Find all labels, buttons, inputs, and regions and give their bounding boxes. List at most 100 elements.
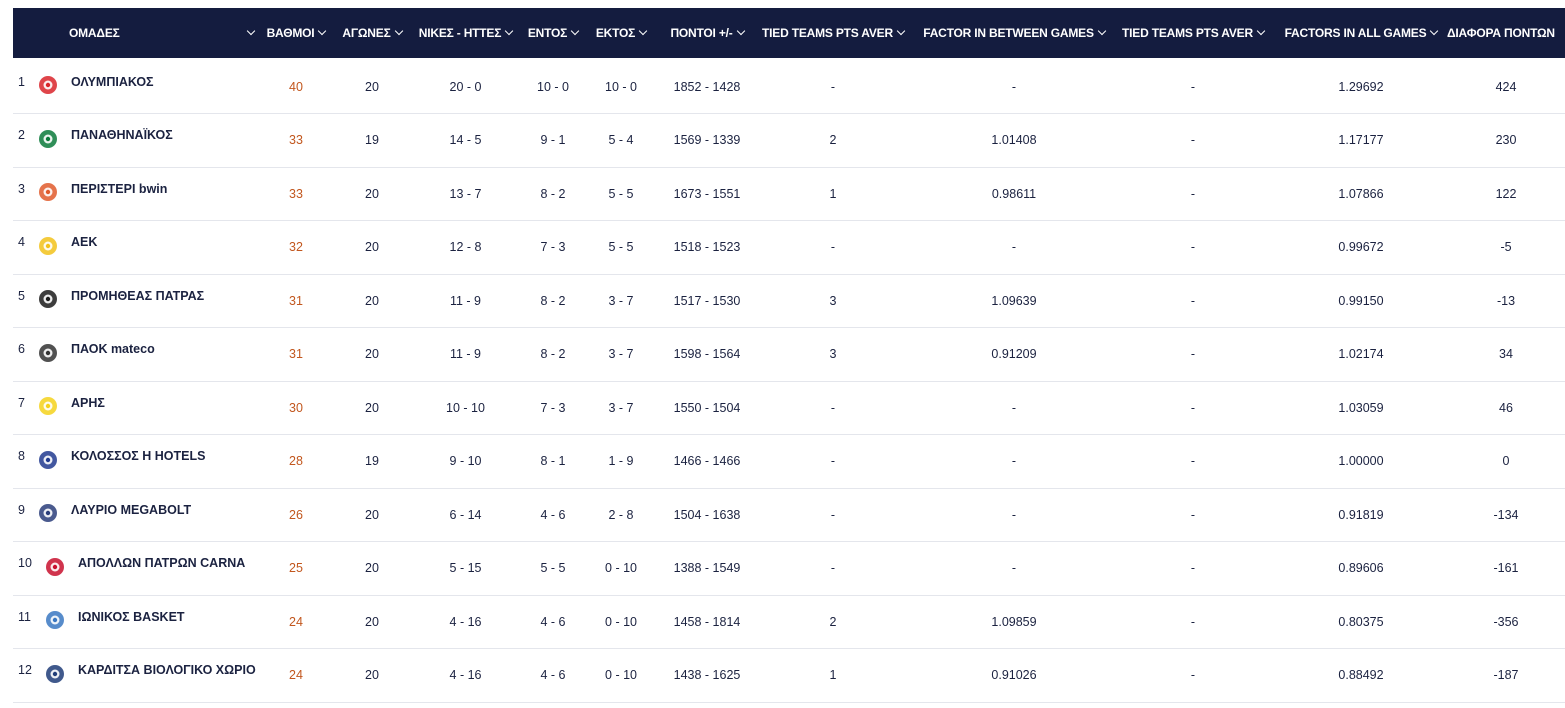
away-record-cell: 10 - 0 xyxy=(605,79,637,94)
panathinaikos-logo xyxy=(39,129,57,148)
home-record-cell: 10 - 0 xyxy=(537,79,569,94)
kolossos-logo xyxy=(39,450,57,469)
home-record-cell: 4 - 6 xyxy=(540,614,566,629)
team-name[interactable]: ΚΑΡΔΙΤΣΑ ΒΙΟΛΟΓΙΚΟ ΧΩΡΙΟ xyxy=(78,644,263,697)
away-record-cell: 0 - 10 xyxy=(605,668,637,682)
aris-logo xyxy=(39,397,57,415)
points-for-against-cell: 1388 - 1549 xyxy=(673,561,741,575)
team-name[interactable]: ΛΑΥΡΙΟ MEGABOLT xyxy=(71,483,256,536)
table-row[interactable]: 9 ΛΑΥΡΙΟ MEGABOLT 26 20 6 - 14 4 - 62 - 8 1504… xyxy=(13,488,1565,542)
tied-teams-cell: 2 xyxy=(829,614,837,629)
wins-losses-cell: 9 - 10 xyxy=(449,454,482,468)
table-row[interactable]: 5 ΠΡΟΜΗΘΕΑΣ ΠΑΤΡΑΣ 31 20 11 - 98 - 23 - 7 151… xyxy=(13,274,1565,328)
table-row[interactable]: 10 ΑΠΟΛΛΩΝ ΠΑΤΡΩΝ CARNA 25 20 5 - 15 5 - 50 -… xyxy=(13,542,1565,596)
column-header-wins-losses[interactable]: ΝΙΚΕΣ - ΗΤΤΕΣ xyxy=(413,8,518,58)
factor-all-cell: 1.00000 xyxy=(1338,454,1384,468)
peristeri-logo xyxy=(39,183,57,201)
factor-between-cell: - xyxy=(1011,561,1017,575)
factor-all-cell: 1.02174 xyxy=(1338,347,1384,361)
tied-teams-cell: - xyxy=(1190,133,1196,147)
factor-between-cell: 1.09639 xyxy=(991,293,1037,308)
home-record-cell: 7 - 3 xyxy=(540,240,566,254)
games-cell: 20 xyxy=(365,347,379,361)
points-for-against-cell: 1598 - 1564 xyxy=(673,347,741,361)
chevron-down-icon xyxy=(896,26,906,36)
home-record-cell: 4 - 6 xyxy=(540,507,566,522)
table-row[interactable]: 4 ΑΕΚ 32 20 12 - 87 - 35 - 5 1518 - 1523- - -0.… xyxy=(13,221,1565,275)
column-header-points-difference[interactable]: ΔΙΑΦΟΡΑ ΠΟΝΤΩΝ xyxy=(1447,8,1565,58)
points-for-against-cell: 1673 - 1551 xyxy=(673,186,741,201)
factor-between-cell: - xyxy=(1011,240,1017,254)
column-header-factor-between[interactable]: FACTOR IN BETWEEN GAMES xyxy=(916,8,1112,58)
team-name[interactable]: ΑΕΚ xyxy=(71,216,256,269)
column-header-away[interactable]: ΕΚΤΟΣ xyxy=(590,8,652,58)
points-cell: 40 xyxy=(289,79,303,94)
column-header-tied-teams-2[interactable]: TIED TEAMS PTS AVER xyxy=(1118,8,1268,58)
tied-teams-cell: - xyxy=(1190,347,1196,361)
column-header-points-diff[interactable]: ΠΟΝΤΟΙ +/- xyxy=(660,8,754,58)
column-header-team[interactable]: ΟΜΑΔΕΣ xyxy=(69,8,256,58)
factor-all-cell: 1.07866 xyxy=(1338,186,1384,201)
points-difference-cell: -161 xyxy=(1493,561,1519,575)
factor-all-cell: 0.99150 xyxy=(1338,293,1384,308)
factor-all-cell: 1.03059 xyxy=(1338,400,1384,415)
column-header-factor-all[interactable]: FACTORS IN ALL GAMES xyxy=(1275,8,1447,58)
factor-all-cell: 0.89606 xyxy=(1338,561,1384,575)
games-cell: 20 xyxy=(365,668,379,682)
karditsa-logo xyxy=(46,664,64,683)
away-record-cell: 3 - 7 xyxy=(608,400,634,415)
chevron-down-icon xyxy=(504,26,514,36)
tied-teams-cell: - xyxy=(830,454,836,468)
away-record-cell: 0 - 10 xyxy=(605,561,637,575)
team-name[interactable]: ΑΡΗΣ xyxy=(71,376,256,429)
games-cell: 20 xyxy=(365,507,379,522)
tied-teams-cell: - xyxy=(830,79,836,94)
team-name[interactable]: ΠΑΟΚ mateco xyxy=(71,323,256,376)
team-name[interactable]: ΠΑΝΑΘΗΝΑΪΚΟΣ xyxy=(71,109,256,162)
points-difference-cell: 34 xyxy=(1499,347,1513,361)
factor-between-cell: - xyxy=(1011,454,1017,468)
points-difference-cell: 0 xyxy=(1502,454,1510,468)
column-header-home[interactable]: ΕΝΤΟΣ xyxy=(523,8,583,58)
games-cell: 20 xyxy=(365,79,379,94)
table-row[interactable]: 6 ΠΑΟΚ mateco 31 20 11 - 98 - 23 - 7 1598 - 1… xyxy=(13,328,1565,382)
olympiacos-logo xyxy=(39,76,57,94)
points-difference-cell: -187 xyxy=(1493,668,1519,682)
column-label: ΟΜΑΔΕΣ xyxy=(69,26,120,40)
away-record-cell: 1 - 9 xyxy=(608,454,634,468)
chevron-down-icon xyxy=(1256,26,1266,36)
table-row[interactable]: 3 ΠΕΡΙΣΤΕΡΙ bwin 33 20 13 - 78 - 25 - 5 1673 … xyxy=(13,167,1565,221)
chevron-down-icon xyxy=(1430,26,1439,36)
position-cell: 11 xyxy=(18,609,31,624)
points-difference-cell: 122 xyxy=(1495,186,1517,201)
column-header-tied-teams-1[interactable]: TIED TEAMS PTS AVER xyxy=(758,8,908,58)
team-name[interactable]: ΙΩΝΙΚΟΣ BASKET xyxy=(78,590,263,643)
table-row[interactable]: 2 ΠΑΝΑΘΗΝΑΪΚΟΣ 33 19 14 - 59 - 15 - 4 1569 - … xyxy=(13,114,1565,168)
table-header: ΟΜΑΔΕΣ ΒΑΘΜΟΙ ΑΓΩΝΕΣ ΝΙΚΕΣ - ΗΤΤΕΣ ΕΝΤΟΣ… xyxy=(13,8,1565,58)
team-name[interactable]: ΚΟΛΟΣΣΟΣ Η HOTELS xyxy=(71,430,256,483)
column-header-games[interactable]: ΑΓΩΝΕΣ xyxy=(338,8,406,58)
team-name[interactable]: ΠΡΟΜΗΘΕΑΣ ΠΑΤΡΑΣ xyxy=(71,269,256,322)
table-row[interactable]: 11 ΙΩΝΙΚΟΣ BASKET 24 20 4 - 16 4 - 60 - 10 145… xyxy=(13,595,1565,649)
team-name[interactable]: ΠΕΡΙΣΤΕΡΙ bwin xyxy=(71,162,256,215)
factor-between-cell: - xyxy=(1011,400,1017,415)
points-for-against-cell: 1518 - 1523 xyxy=(673,240,741,254)
team-name[interactable]: ΑΠΟΛΛΩΝ ΠΑΤΡΩΝ CARNA xyxy=(78,537,263,590)
home-record-cell: 8 - 2 xyxy=(540,293,566,308)
table-row[interactable]: 12 ΚΑΡΔΙΤΣΑ ΒΙΟΛΟΓΙΚΟ ΧΩΡΙΟ 24 20 4 - 16 4 - … xyxy=(13,649,1565,703)
games-cell: 20 xyxy=(365,561,379,575)
column-header-points[interactable]: ΒΑΘΜΟΙ xyxy=(261,8,331,58)
table-row[interactable]: 8 ΚΟΛΟΣΣΟΣ Η HOTELS 28 19 9 - 10 8 - 11 - 9 14… xyxy=(13,435,1565,489)
points-difference-cell: -5 xyxy=(1500,240,1512,254)
games-cell: 19 xyxy=(365,454,379,468)
tied-teams-cell: - xyxy=(830,507,836,522)
table-row[interactable]: 1 ΟΛΥΜΠΙΑΚΟΣ 40 20 20 - 0 10 - 0 10 - 0 1852 - … xyxy=(13,60,1565,114)
team-name[interactable]: ΟΛΥΜΠΙΑΚΟΣ xyxy=(71,55,256,108)
tied-teams-cell: - xyxy=(1190,240,1196,254)
table-row[interactable]: 7 ΑΡΗΣ 30 20 10 - 10 7 - 33 - 7 1550 - 1504- - -… xyxy=(13,381,1565,435)
chevron-down-icon xyxy=(318,26,327,36)
home-record-cell: 5 - 5 xyxy=(540,561,566,575)
points-difference-cell: -13 xyxy=(1496,293,1516,308)
tied-teams-cell: 1 xyxy=(829,186,837,201)
lavrio-logo xyxy=(39,504,57,522)
